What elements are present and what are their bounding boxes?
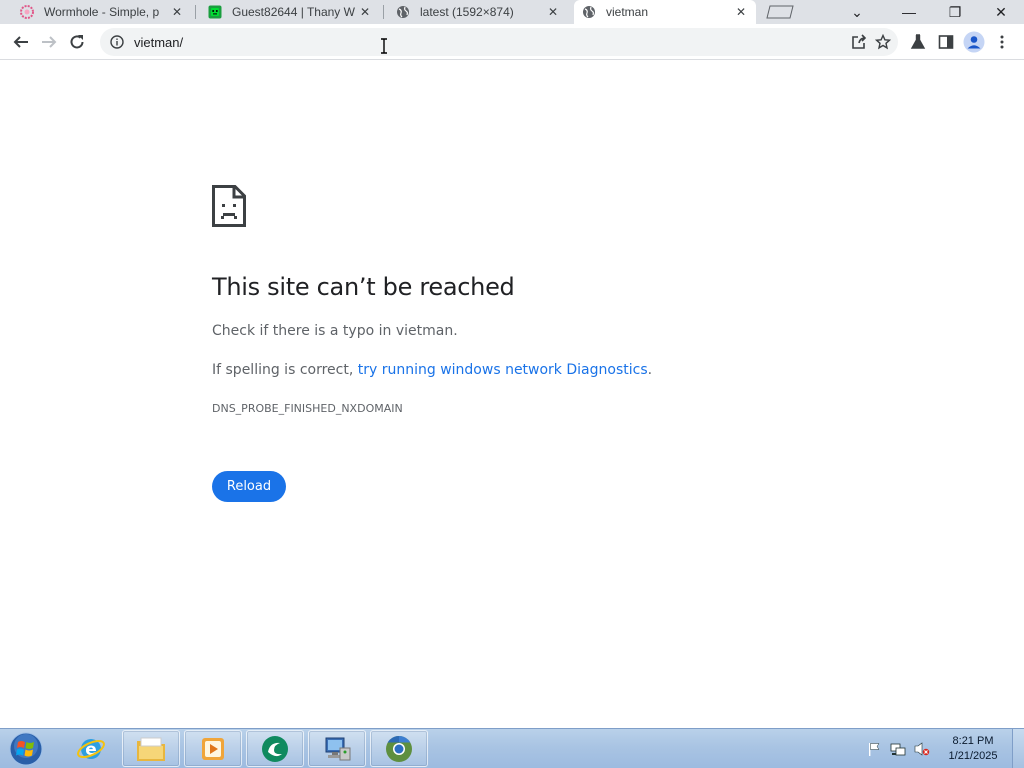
network-computer-icon[interactable] <box>308 730 366 767</box>
globe-icon <box>582 5 596 19</box>
tab-search-button[interactable]: ⌄ <box>834 0 880 24</box>
clock-date: 1/21/2025 <box>948 750 998 762</box>
tab-divider <box>383 5 384 19</box>
windows-taskbar: e 8:21 PM 1/21/2025 <box>0 728 1024 768</box>
internet-explorer-icon[interactable]: e <box>62 730 120 767</box>
share-icon[interactable] <box>850 33 868 51</box>
tab-guest[interactable]: Guest82644 | Thany W ✕ <box>200 0 380 24</box>
media-player-icon[interactable] <box>184 730 242 767</box>
minimize-button[interactable]: — <box>886 0 932 24</box>
back-button[interactable] <box>9 30 33 54</box>
text-cursor-icon <box>381 38 387 54</box>
green-face-icon <box>208 5 222 19</box>
profile-avatar-icon[interactable] <box>962 30 986 54</box>
restore-button[interactable]: ❐ <box>932 0 978 24</box>
tab-close-icon[interactable]: ✕ <box>358 5 372 19</box>
tab-title: vietman <box>606 5 649 19</box>
network-status-icon[interactable] <box>890 741 906 757</box>
tab-wormhole[interactable]: Wormhole - Simple, p ✕ <box>12 0 192 24</box>
action-center-flag-icon[interactable] <box>866 741 882 757</box>
refresh-icon <box>70 35 84 49</box>
forward-arrow-icon <box>42 36 57 48</box>
new-tab-button[interactable] <box>766 5 794 19</box>
back-arrow-icon <box>13 36 28 48</box>
volume-muted-icon[interactable] <box>914 741 930 757</box>
system-clock[interactable]: 8:21 PM 1/21/2025 <box>940 734 1006 764</box>
url-text[interactable]: vietman/ <box>134 35 183 50</box>
tab-title: Guest82644 | Thany W <box>232 5 355 19</box>
reload-toolbar-button[interactable] <box>65 30 89 54</box>
info-icon[interactable] <box>110 35 124 49</box>
tab-divider <box>195 5 196 19</box>
windows-start-icon <box>9 732 43 766</box>
error-title: This site can’t be reached <box>212 273 515 301</box>
green-app-icon[interactable] <box>246 730 304 767</box>
tab-close-icon[interactable]: ✕ <box>546 5 560 19</box>
diagnostics-suffix: . <box>647 362 653 378</box>
file-explorer-icon[interactable] <box>122 730 180 767</box>
menu-kebab-icon[interactable] <box>990 30 1014 54</box>
start-button[interactable] <box>6 731 46 767</box>
chrome-icon[interactable] <box>370 730 428 767</box>
forward-button[interactable] <box>37 30 61 54</box>
tab-title: Wormhole - Simple, p <box>44 5 160 19</box>
labs-flask-icon[interactable] <box>906 30 930 54</box>
diagnostics-prefix: If spelling is correct, <box>212 362 358 378</box>
tab-close-icon[interactable]: ✕ <box>170 5 184 19</box>
close-window-button[interactable]: ✕ <box>978 0 1024 24</box>
sad-page-icon <box>212 185 246 227</box>
error-code: DNS_PROBE_FINISHED_NXDOMAIN <box>212 402 403 415</box>
bookmark-star-icon[interactable] <box>874 33 892 51</box>
error-page: This site can’t be reached Check if ther… <box>0 61 1024 728</box>
side-panel-icon[interactable] <box>934 30 958 54</box>
typo-hint: Check if there is a typo in vietman. <box>212 323 458 339</box>
show-desktop-button[interactable] <box>1012 729 1024 768</box>
tab-title: latest (1592×874) <box>420 5 514 19</box>
tab-close-icon[interactable]: ✕ <box>734 5 748 19</box>
globe-icon <box>396 5 410 19</box>
address-bar[interactable]: vietman/ <box>100 28 898 56</box>
tab-latest[interactable]: latest (1592×874) ✕ <box>388 0 568 24</box>
tab-vietman[interactable]: vietman ✕ <box>574 0 756 24</box>
browser-toolbar: vietman/ <box>0 24 1024 60</box>
reload-button[interactable]: Reload <box>212 471 286 502</box>
network-diagnostics-link[interactable]: try running windows network Diagnostics <box>358 362 648 378</box>
diagnostics-hint: If spelling is correct, try running wind… <box>212 362 652 378</box>
tab-strip: Wormhole - Simple, p ✕ Guest82644 | Than… <box>0 0 1024 24</box>
wormhole-icon <box>20 5 34 19</box>
clock-time: 8:21 PM <box>952 735 994 747</box>
